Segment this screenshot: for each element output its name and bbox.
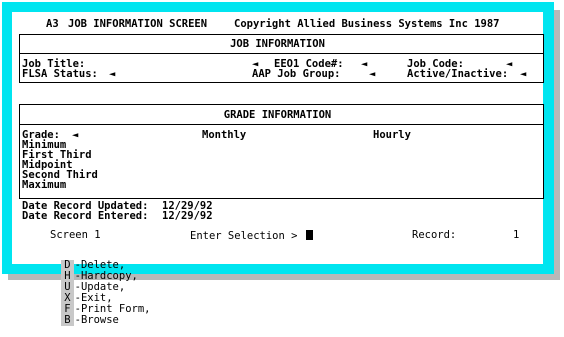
grade-information-heading: GRADE INFORMATION bbox=[223, 109, 332, 121]
eeo1-code-field-marker[interactable]: ◄ bbox=[361, 59, 367, 70]
selection-prompt: Enter Selection > bbox=[190, 230, 298, 242]
active-inactive-label: Active/Inactive: bbox=[407, 68, 509, 80]
screen-number: Screen 1 bbox=[50, 229, 101, 241]
browse-key[interactable]: B bbox=[61, 315, 74, 326]
flsa-status-label: FLSA Status: bbox=[22, 68, 98, 80]
flsa-status-field-marker[interactable]: ◄ bbox=[109, 69, 115, 80]
monthly-column-header: Monthly bbox=[202, 129, 247, 141]
job-information-heading: JOB INFORMATION bbox=[230, 38, 325, 50]
browse-command-label: -Browse bbox=[74, 314, 119, 326]
grade-row-label: Maximum bbox=[22, 179, 67, 191]
browse-command[interactable]: B -Browse bbox=[61, 314, 119, 326]
job-heading-divider bbox=[20, 53, 543, 54]
grade-field-marker[interactable]: ◄ bbox=[72, 130, 78, 141]
terminal-screen: A3 JOB INFORMATION SCREEN Copyright Alli… bbox=[12, 12, 544, 326]
selection-input-cursor[interactable] bbox=[305, 230, 313, 240]
command-bar: D -Delete, H -Hardcopy, U -Update, X -Exit, … bbox=[36, 249, 150, 337]
date-entered-label: Date Record Entered: bbox=[22, 210, 149, 222]
screen-code: A3 bbox=[46, 18, 59, 30]
grade-heading-divider bbox=[20, 124, 543, 125]
active-inactive-field-marker[interactable]: ◄ bbox=[520, 69, 526, 80]
aap-job-group-label: AAP Job Group: bbox=[252, 68, 341, 80]
copyright-notice: Copyright Allied Business Systems Inc 19… bbox=[234, 18, 500, 30]
window-shadow-right bbox=[554, 10, 560, 280]
selection-prompt-row: Enter Selection > bbox=[190, 230, 313, 242]
date-entered-value: 12/29/92 bbox=[162, 210, 213, 222]
aap-job-group-field-marker[interactable]: ◄ bbox=[369, 69, 375, 80]
record-number: 1 bbox=[513, 229, 520, 241]
record-label: Record: bbox=[412, 229, 457, 241]
hourly-column-header: Hourly bbox=[373, 129, 411, 141]
screen-title: JOB INFORMATION SCREEN bbox=[68, 18, 208, 30]
